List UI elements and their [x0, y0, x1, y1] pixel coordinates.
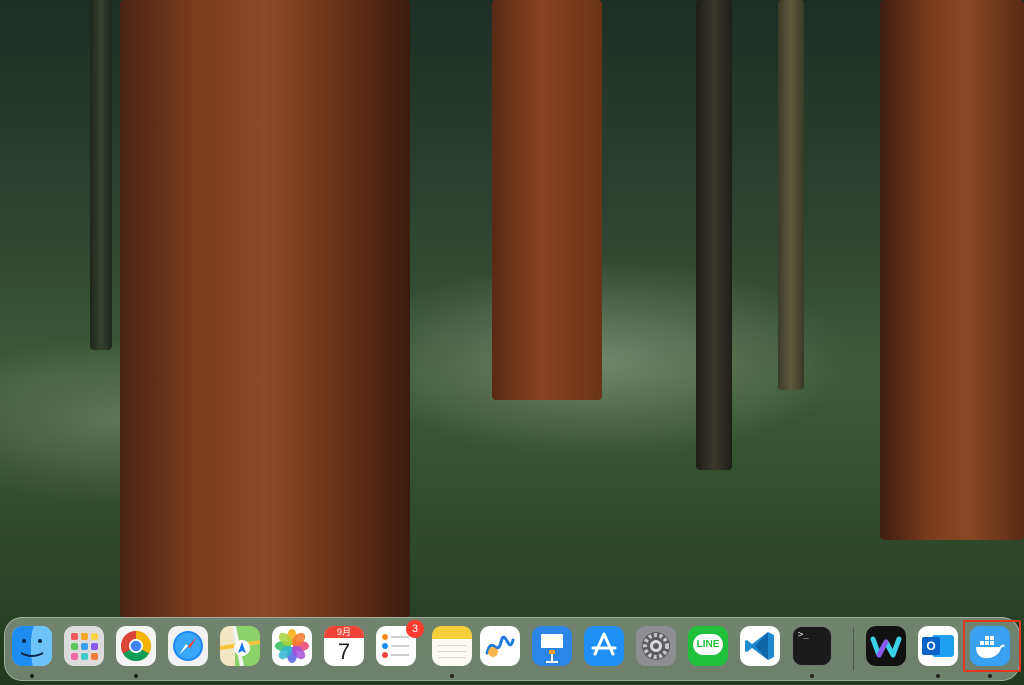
dock-outlook[interactable]: O — [918, 626, 958, 666]
launchpad-icon — [64, 626, 104, 666]
keynote-icon — [532, 626, 572, 666]
dock-calendar[interactable]: 9月 7 — [324, 626, 364, 666]
calendar-month: 9月 — [324, 626, 364, 638]
running-indicator — [30, 674, 34, 678]
reminders-badge: 3 — [406, 620, 424, 638]
dock-system-settings[interactable] — [636, 626, 676, 666]
selection-highlight — [963, 620, 1021, 672]
running-indicator — [936, 674, 940, 678]
calendar-day: 7 — [337, 639, 351, 664]
outlook-letter: O — [922, 637, 940, 655]
running-indicator — [450, 674, 454, 678]
webex-icon — [866, 626, 906, 666]
dock-separator — [853, 628, 854, 670]
dock-webex[interactable] — [866, 626, 906, 666]
vscode-icon — [740, 626, 780, 666]
running-indicator — [134, 674, 138, 678]
freeform-icon — [480, 626, 520, 666]
desktop-wallpaper — [0, 0, 1024, 685]
dock-terminal[interactable]: >_ — [792, 626, 832, 666]
notes-icon — [432, 626, 472, 666]
dock: 9月 7 3 LINE >_ O — [4, 617, 1021, 681]
chrome-icon — [116, 626, 156, 666]
dock-freeform[interactable] — [480, 626, 520, 666]
wallpaper-tree-trunk — [120, 0, 410, 617]
wallpaper-tree-trunk — [696, 0, 732, 470]
finder-icon — [12, 626, 52, 666]
dock-vscode[interactable] — [740, 626, 780, 666]
wallpaper-tree-trunk — [880, 0, 1024, 540]
dock-notes[interactable] — [432, 626, 472, 666]
wallpaper-tree-trunk — [90, 0, 112, 350]
dock-app-store[interactable] — [584, 626, 624, 666]
running-indicator — [988, 674, 992, 678]
terminal-prompt: >_ — [798, 630, 809, 640]
line-label: LINE — [696, 639, 720, 650]
dock-maps[interactable] — [220, 626, 260, 666]
dock-keynote[interactable] — [532, 626, 572, 666]
app-store-icon — [584, 626, 624, 666]
dock-photos[interactable] — [272, 626, 312, 666]
dock-line[interactable]: LINE — [688, 626, 728, 666]
running-indicator — [810, 674, 814, 678]
dock-finder[interactable] — [12, 626, 52, 666]
photos-icon — [272, 626, 312, 666]
dock-chrome[interactable] — [116, 626, 156, 666]
dock-launchpad[interactable] — [64, 626, 104, 666]
wallpaper-tree-trunk — [492, 0, 602, 400]
dock-safari[interactable] — [168, 626, 208, 666]
safari-icon — [168, 626, 208, 666]
settings-gear-icon — [636, 626, 676, 666]
wallpaper-tree-trunk — [778, 0, 804, 390]
maps-icon — [220, 626, 260, 666]
